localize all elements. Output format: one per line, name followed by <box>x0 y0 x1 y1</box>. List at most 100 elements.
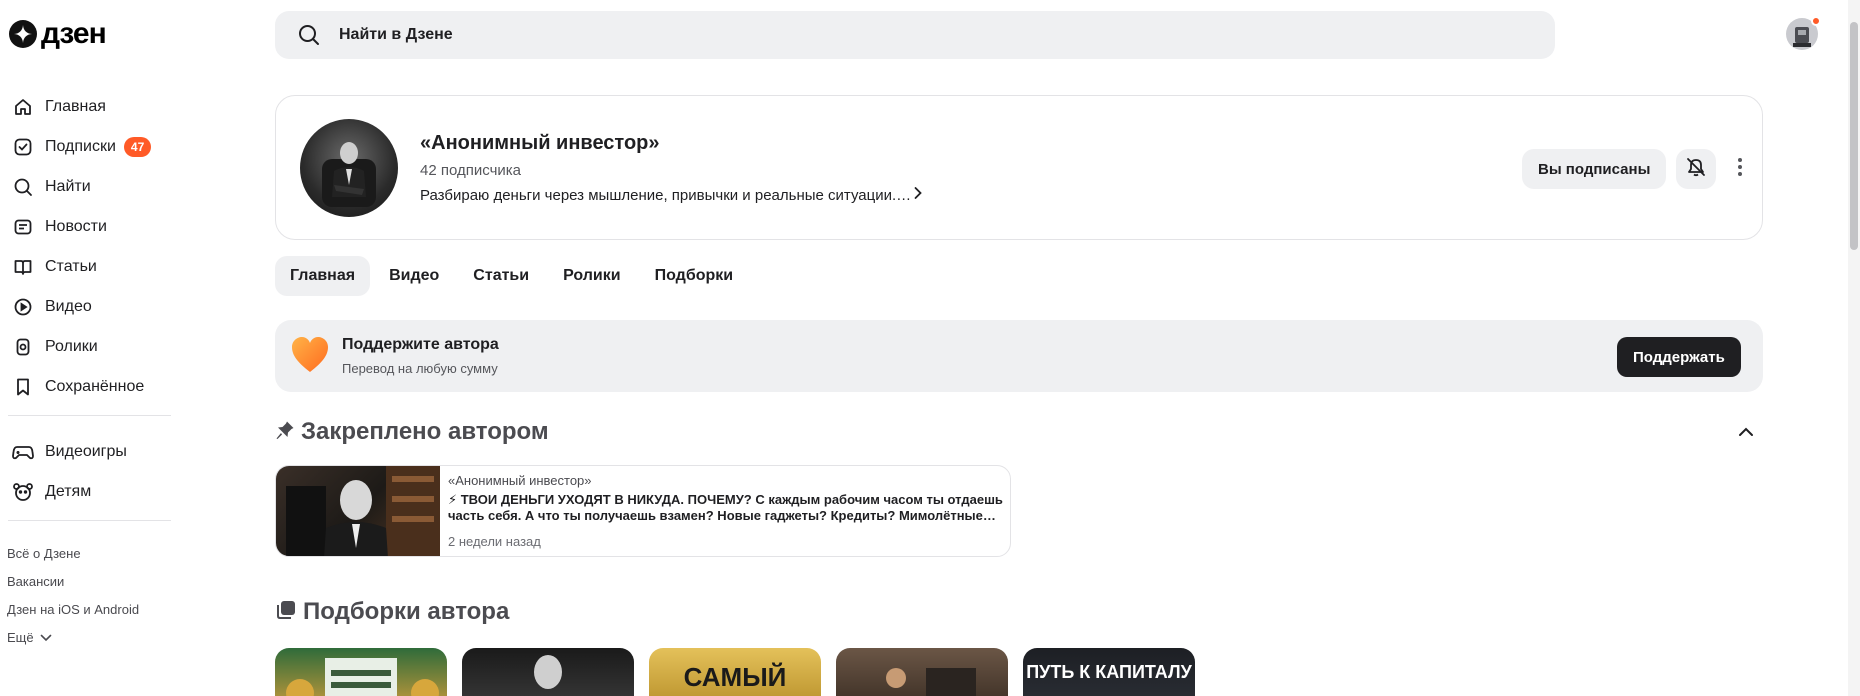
sidebar-item-shorts[interactable]: Ролики <box>0 327 180 367</box>
pinned-article-time: 2 недели назад <box>448 534 541 549</box>
pin-icon <box>275 420 295 445</box>
tab-video[interactable]: Видео <box>374 256 454 296</box>
pinned-article-text: ⚡ ТВОИ ДЕНЬГИ УХОДЯТ В НИКУДА. ПОЧЕМУ? С… <box>448 492 1003 523</box>
collections-section-title: Подборки автора <box>303 598 510 625</box>
channel-avatar[interactable] <box>300 119 398 217</box>
footer-link-more[interactable]: Ещё <box>7 624 139 652</box>
sidebar-item-label: Сохранённое <box>45 378 145 395</box>
bookmark-icon <box>12 376 34 398</box>
collections-section-header: Подборки автора <box>275 598 509 626</box>
logo-text: дзен <box>41 17 107 50</box>
chevron-up-icon <box>1738 424 1754 442</box>
home-icon <box>12 96 34 118</box>
footer-link-jobs[interactable]: Вакансии <box>7 568 139 596</box>
sidebar-divider <box>8 520 171 521</box>
support-author-banner: Поддержите автора Перевод на любую сумму… <box>275 320 1763 392</box>
sidebar-item-video[interactable]: Видео <box>0 287 180 327</box>
sidebar-item-search[interactable]: Найти <box>0 167 180 207</box>
notifications-toggle-button[interactable] <box>1676 149 1716 189</box>
collections-icon <box>275 599 297 626</box>
tab-home[interactable]: Главная <box>275 256 371 296</box>
sidebar-item-label: Видеоигры <box>45 443 127 460</box>
sidebar-item-label: Подписки <box>45 138 116 155</box>
collection-card[interactable] <box>462 648 634 696</box>
tab-collections[interactable]: Подборки <box>640 256 749 296</box>
sidebar-item-label: Найти <box>45 178 91 195</box>
collapse-pinned-button[interactable] <box>1733 420 1759 446</box>
footer-link-apps[interactable]: Дзен на iOS и Android <box>7 596 139 624</box>
collections-row: САМЫЙ ПУТЬ К КАПИТАЛУ <box>275 648 1195 696</box>
video-icon <box>12 296 34 318</box>
sidebar-item-label: Новости <box>45 218 107 235</box>
shorts-icon <box>12 336 34 358</box>
sidebar-item-kids[interactable]: Детям <box>0 472 180 512</box>
support-button[interactable]: Поддержать <box>1617 337 1741 377</box>
search-icon <box>12 176 34 198</box>
channel-title: «Анонимный инвестор» <box>420 132 660 154</box>
search-icon <box>297 22 323 48</box>
sidebar: дзен Главная Подписки 47 Найти Новости С… <box>0 0 180 696</box>
chevron-down-icon <box>40 624 52 652</box>
collection-card[interactable]: ПУТЬ К КАПИТАЛУ <box>1023 648 1195 696</box>
collection-cover-image <box>534 655 562 689</box>
sidebar-item-news[interactable]: Новости <box>0 207 180 247</box>
support-subtitle: Перевод на любую сумму <box>342 361 498 376</box>
heart-icon <box>289 334 331 376</box>
subscriptions-icon <box>12 136 34 158</box>
pinned-section-header: Закреплено автором <box>275 418 549 446</box>
subscribed-button[interactable]: Вы подписаны <box>1522 149 1667 189</box>
channel-description[interactable]: Разбираю деньги через мышление, привычки… <box>420 186 923 204</box>
sidebar-item-games[interactable]: Видеоигры <box>0 432 180 472</box>
channel-tabs: Главная Видео Статьи Ролики Подборки <box>275 256 748 296</box>
sidebar-item-label: Детям <box>45 483 92 500</box>
page-scrollbar[interactable] <box>1848 0 1860 696</box>
tab-articles[interactable]: Статьи <box>458 256 544 296</box>
collection-label: ПУТЬ К КАПИТАЛУ <box>1026 662 1192 682</box>
pinned-article-card[interactable]: «Анонимный инвестор» ⚡ ТВОИ ДЕНЬГИ УХОДЯ… <box>275 465 1011 557</box>
sidebar-item-subscriptions[interactable]: Подписки 47 <box>0 127 180 167</box>
channel-header: «Анонимный инвестор» 42 подписчика Разби… <box>275 95 1763 240</box>
notification-dot <box>1811 16 1821 26</box>
sidebar-item-label: Главная <box>45 98 106 115</box>
sidebar-item-saved[interactable]: Сохранённое <box>0 367 180 407</box>
search-input[interactable] <box>339 26 939 44</box>
search-bar[interactable] <box>275 11 1555 59</box>
news-icon <box>12 216 34 238</box>
collection-card[interactable]: САМЫЙ <box>649 648 821 696</box>
tab-shorts[interactable]: Ролики <box>548 256 636 296</box>
dzen-logo-icon <box>9 20 37 48</box>
secondary-nav: Видеоигры Детям <box>0 432 180 529</box>
sidebar-item-label: Ролики <box>45 338 98 355</box>
pinned-article-author: «Анонимный инвестор» <box>448 473 592 488</box>
scrollbar-thumb[interactable] <box>1850 22 1858 250</box>
chevron-right-icon <box>913 186 923 204</box>
gamepad-icon <box>12 441 34 463</box>
collection-cover-image <box>286 658 439 696</box>
collection-card[interactable] <box>275 648 447 696</box>
channel-description-text: Разбираю деньги через мышление, привычки… <box>420 186 912 204</box>
subscriptions-count-badge: 47 <box>123 137 152 157</box>
app: дзен Главная Подписки 47 Найти Новости С… <box>0 0 1860 696</box>
sidebar-footer: Всё о Дзене Вакансии Дзен на iOS и Andro… <box>7 540 139 652</box>
collection-label: САМЫЙ <box>683 662 787 692</box>
articles-icon <box>12 256 34 278</box>
sidebar-item-articles[interactable]: Статьи <box>0 247 180 287</box>
main-nav: Главная Подписки 47 Найти Новости Статьи… <box>0 87 180 424</box>
bell-off-icon <box>1685 156 1707 183</box>
logo[interactable]: дзен <box>9 17 107 50</box>
footer-link-about[interactable]: Всё о Дзене <box>7 540 139 568</box>
kids-icon <box>12 481 34 503</box>
more-options-button[interactable] <box>1725 149 1755 189</box>
collection-card[interactable] <box>836 648 1008 696</box>
pinned-section-title: Закреплено автором <box>301 418 549 445</box>
sidebar-item-label: Видео <box>45 298 92 315</box>
sidebar-item-label: Статьи <box>45 258 97 275</box>
collection-cover-image <box>886 668 976 696</box>
channel-subscribers: 42 подписчика <box>420 162 522 179</box>
pinned-article-thumbnail <box>276 466 440 556</box>
sidebar-divider <box>8 415 171 416</box>
support-title: Поддержите автора <box>342 336 499 353</box>
sidebar-item-home[interactable]: Главная <box>0 87 180 127</box>
more-vertical-icon <box>1737 157 1743 182</box>
footer-more-label: Ещё <box>7 630 34 645</box>
